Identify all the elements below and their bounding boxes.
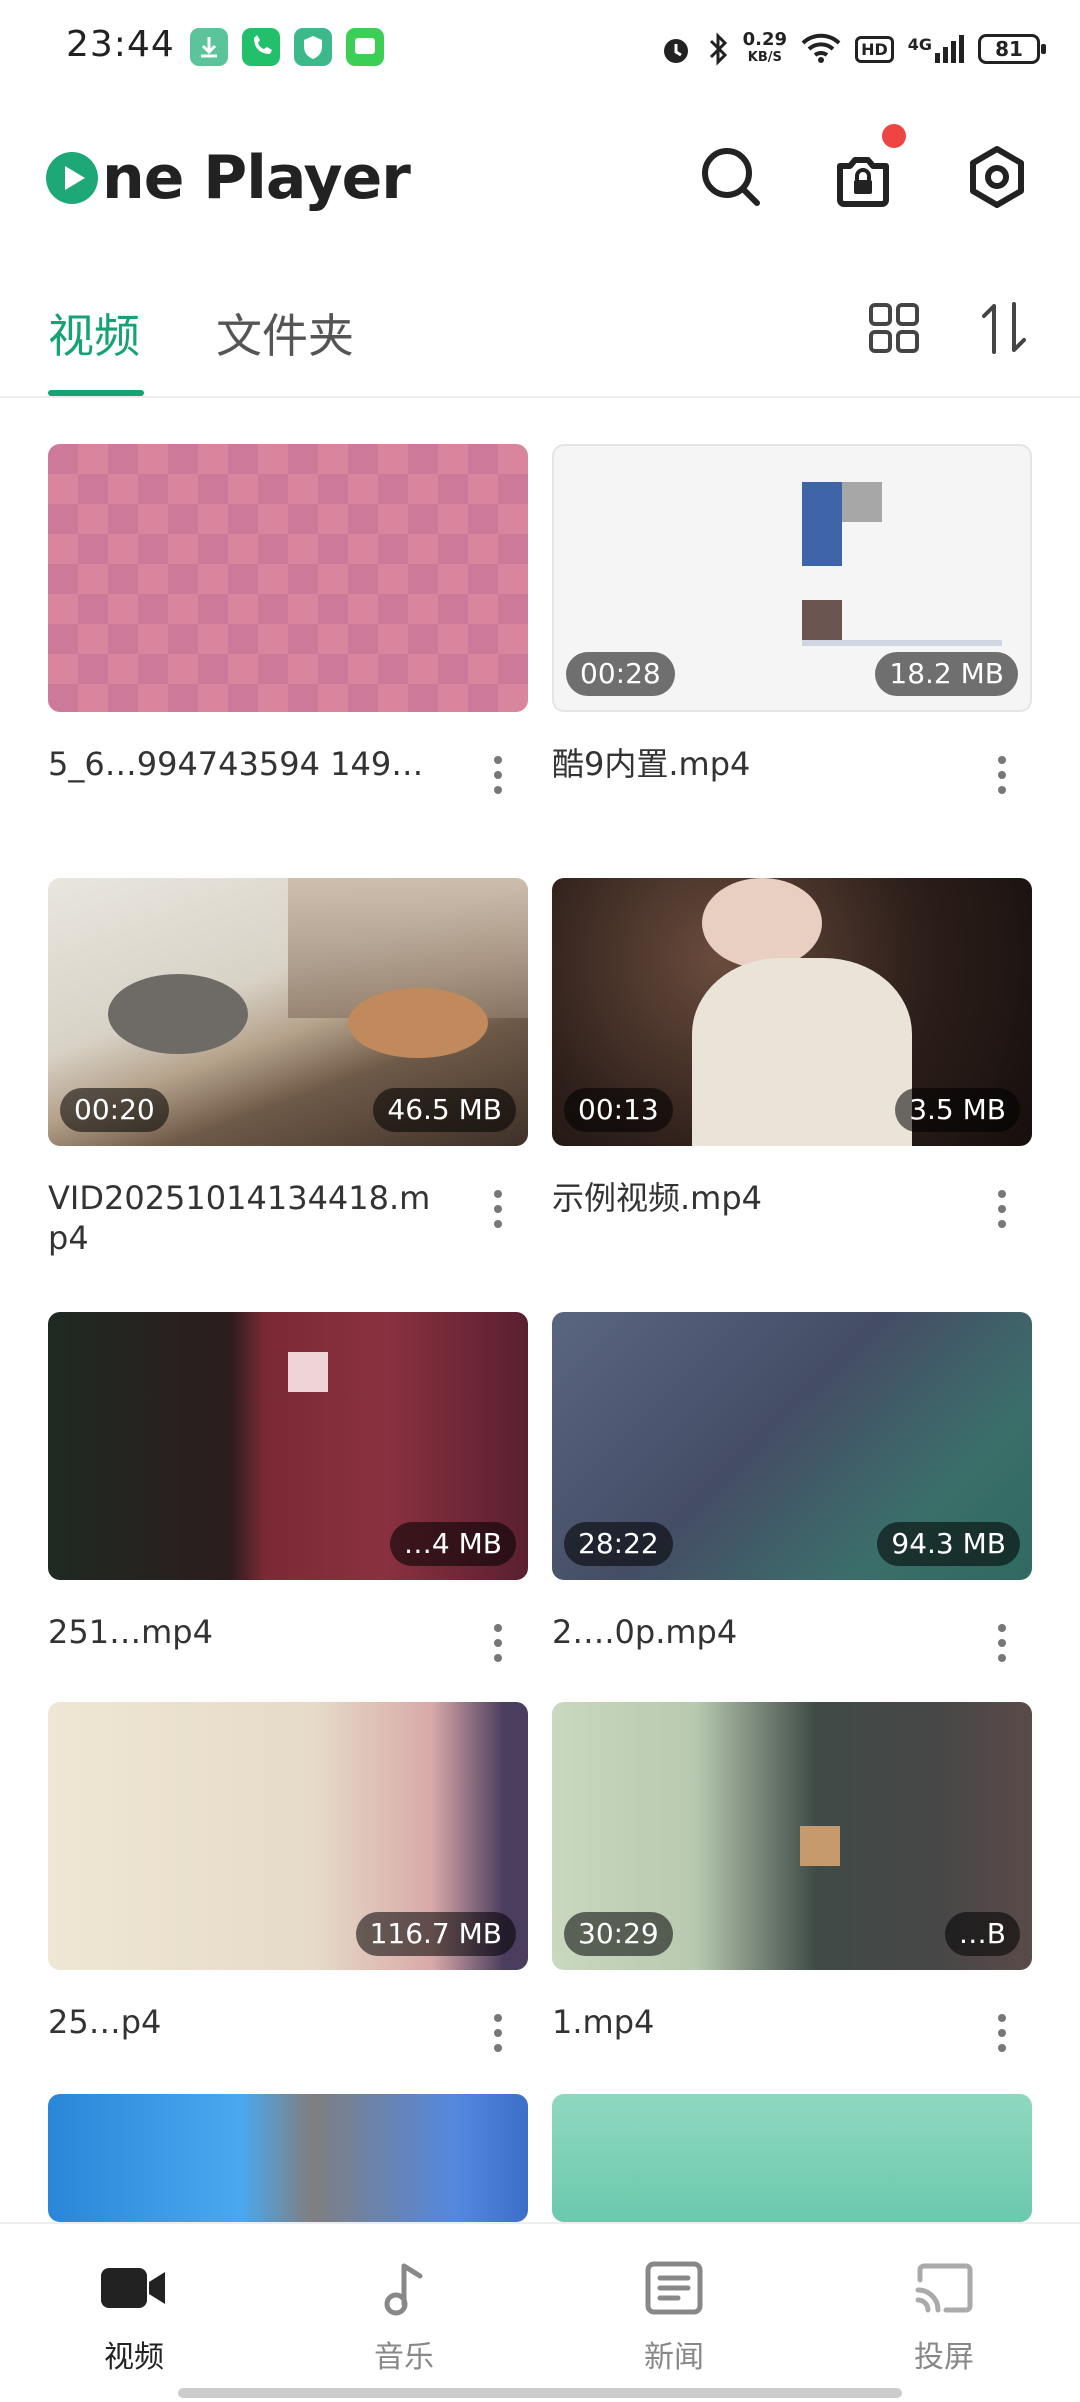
video-thumbnail[interactable] bbox=[48, 444, 528, 712]
download-notification-icon bbox=[190, 28, 228, 66]
video-card[interactable]: 5_6…994743594 149… bbox=[48, 444, 528, 794]
video-card[interactable] bbox=[552, 2094, 1032, 2222]
bottom-navigation: 视频 音乐 新闻 投屏 bbox=[0, 2222, 1080, 2402]
battery-indicator: 81 bbox=[978, 34, 1046, 64]
video-title: 示例视频.mp4 bbox=[552, 1179, 763, 1217]
file-size-badge: 116.7 MB bbox=[355, 1912, 516, 1956]
grid-view-icon[interactable] bbox=[866, 300, 922, 356]
nav-item-cast[interactable]: 投屏 bbox=[854, 2260, 1034, 2376]
video-title: 5_6…994743594 149… bbox=[48, 745, 424, 783]
more-options-icon[interactable] bbox=[492, 1190, 504, 1234]
tab-folders[interactable]: 文件夹 bbox=[216, 300, 354, 366]
tab-videos[interactable]: 视频 bbox=[48, 300, 140, 366]
notification-dot bbox=[882, 124, 906, 148]
file-size-badge: 18.2 MB bbox=[875, 652, 1018, 696]
video-camera-icon bbox=[101, 2268, 165, 2308]
more-options-icon[interactable] bbox=[996, 756, 1008, 800]
file-size-badge: 46.5 MB bbox=[373, 1088, 516, 1132]
home-indicator[interactable] bbox=[178, 2388, 902, 2398]
private-lock-icon[interactable] bbox=[830, 144, 896, 210]
video-title: VID20251014134418.mp4 bbox=[48, 1179, 431, 1257]
video-title: 2….0p.mp4 bbox=[552, 1613, 738, 1651]
status-time: 23:44 bbox=[66, 24, 175, 65]
sort-icon[interactable] bbox=[976, 300, 1032, 356]
phone-notification-icon bbox=[242, 28, 280, 66]
search-icon[interactable] bbox=[698, 144, 764, 210]
bluetooth-icon bbox=[709, 32, 727, 66]
more-options-icon[interactable] bbox=[492, 2014, 504, 2058]
video-card[interactable]: 00:13 3.5 MB 示例视频.mp4 bbox=[552, 878, 1032, 1228]
more-options-icon[interactable] bbox=[492, 1624, 504, 1668]
settings-icon[interactable] bbox=[964, 144, 1030, 210]
video-thumbnail[interactable]: 00:13 3.5 MB bbox=[552, 878, 1032, 1146]
alarm-icon bbox=[663, 39, 688, 63]
duration-badge: 30:29 bbox=[564, 1912, 673, 1956]
news-icon bbox=[645, 2261, 703, 2315]
more-options-icon[interactable] bbox=[996, 1624, 1008, 1668]
message-notification-icon bbox=[346, 28, 384, 66]
video-thumbnail[interactable]: 28:22 94.3 MB bbox=[552, 1312, 1032, 1580]
wifi-icon bbox=[801, 33, 841, 63]
status-bar: 23:44 0.29 KB/S HD 4G 81 bbox=[0, 0, 1080, 96]
nav-label: 新闻 bbox=[644, 2340, 704, 2375]
file-size-badge: 3.5 MB bbox=[895, 1088, 1020, 1132]
video-title: 酷9内置.mp4 bbox=[552, 745, 751, 783]
video-card[interactable] bbox=[48, 2094, 528, 2222]
video-title: 25…p4 bbox=[48, 2003, 162, 2041]
video-thumbnail[interactable]: 116.7 MB bbox=[48, 1702, 528, 1970]
app-name: ne Player bbox=[102, 143, 411, 213]
tab-divider bbox=[0, 396, 1080, 398]
video-thumbnail[interactable]: 00:28 18.2 MB bbox=[552, 444, 1032, 712]
more-options-icon[interactable] bbox=[996, 2014, 1008, 2058]
play-logo-icon bbox=[46, 152, 98, 204]
nav-label: 音乐 bbox=[374, 2340, 434, 2375]
video-thumbnail[interactable]: 30:29 …B bbox=[552, 1702, 1032, 1970]
video-thumbnail[interactable]: 00:20 46.5 MB bbox=[48, 878, 528, 1146]
duration-badge: 28:22 bbox=[564, 1522, 673, 1566]
video-card[interactable]: 30:29 …B 1.mp4 bbox=[552, 1702, 1032, 2052]
video-thumbnail[interactable] bbox=[552, 2094, 1032, 2222]
video-card[interactable]: …4 MB 251…mp4 bbox=[48, 1312, 528, 1662]
file-size-badge: …B bbox=[944, 1912, 1020, 1956]
app-logo: ne Player bbox=[46, 138, 411, 218]
video-title: 1.mp4 bbox=[552, 2003, 655, 2041]
video-card[interactable]: 00:20 46.5 MB VID20251014134418.mp4 bbox=[48, 878, 528, 1257]
nav-item-music[interactable]: 音乐 bbox=[314, 2260, 494, 2376]
nav-label: 投屏 bbox=[914, 2340, 974, 2375]
nav-label: 视频 bbox=[104, 2340, 164, 2375]
file-size-badge: 94.3 MB bbox=[877, 1522, 1020, 1566]
video-thumbnail[interactable] bbox=[48, 2094, 528, 2222]
nav-item-videos[interactable]: 视频 bbox=[44, 2260, 224, 2376]
video-card[interactable]: 00:28 18.2 MB 酷9内置.mp4 bbox=[552, 444, 1032, 794]
duration-badge: 00:13 bbox=[564, 1088, 673, 1132]
signal-indicator: 4G bbox=[908, 35, 964, 63]
video-card[interactable]: 116.7 MB 25…p4 bbox=[48, 1702, 528, 2052]
music-note-icon bbox=[384, 2263, 423, 2316]
hd-badge: HD bbox=[855, 35, 894, 63]
more-options-icon[interactable] bbox=[492, 756, 504, 800]
duration-badge: 00:28 bbox=[566, 652, 675, 696]
file-size-badge: …4 MB bbox=[389, 1522, 516, 1566]
security-notification-icon bbox=[294, 28, 332, 66]
more-options-icon[interactable] bbox=[996, 1190, 1008, 1234]
cast-icon bbox=[915, 2263, 973, 2313]
duration-badge: 00:20 bbox=[60, 1088, 169, 1132]
video-thumbnail[interactable]: …4 MB bbox=[48, 1312, 528, 1580]
nav-item-news[interactable]: 新闻 bbox=[584, 2260, 764, 2376]
video-card[interactable]: 28:22 94.3 MB 2….0p.mp4 bbox=[552, 1312, 1032, 1662]
video-title: 251…mp4 bbox=[48, 1613, 213, 1651]
network-speed: 0.29 KB/S bbox=[742, 29, 788, 66]
